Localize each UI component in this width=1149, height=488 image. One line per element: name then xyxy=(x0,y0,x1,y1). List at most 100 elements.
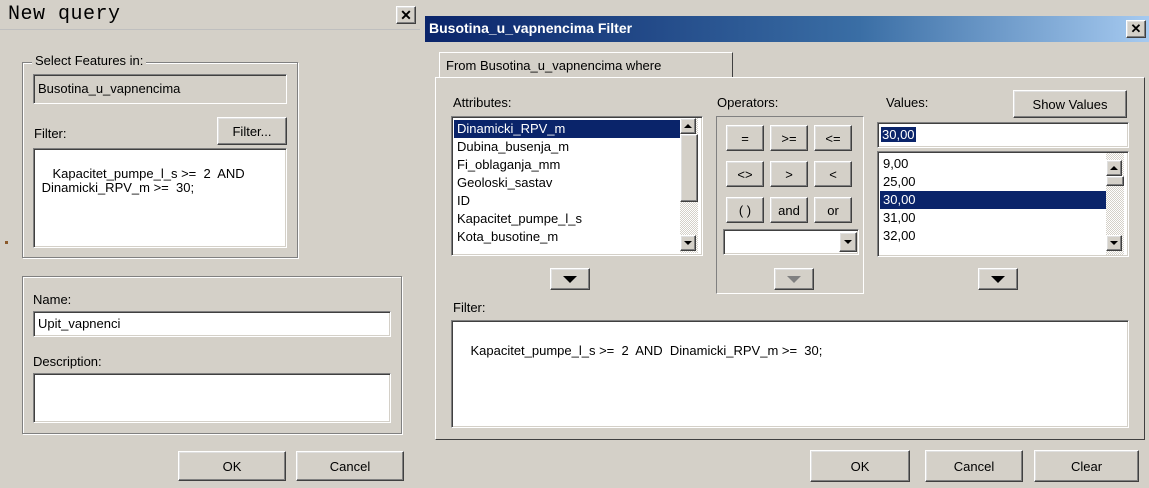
dialog-filter-text: Kapacitet_pumpe_l_s >= 2 AND Dinamicki_R… xyxy=(470,343,823,358)
attribute-item[interactable]: Dinamicki_RPV_m xyxy=(454,120,683,138)
value-item[interactable]: 25,00 xyxy=(880,173,1109,191)
attributes-list: Dinamicki_RPV_m Dubina_busenja_m Fi_oblaga… xyxy=(454,120,683,246)
values-label: Values: xyxy=(886,95,929,110)
insert-operator-button xyxy=(774,268,814,290)
attribute-item[interactable]: Fi_oblaganja_mm xyxy=(454,156,683,174)
operator-button[interactable]: = xyxy=(726,125,764,151)
layer-name-field: Busotina_u_vapnencima xyxy=(33,74,287,104)
clear-button-label: Clear xyxy=(1070,458,1103,474)
filter-dialog-titlebar[interactable]: Busotina_u_vapnencima Filter xyxy=(425,16,1149,42)
tab-from-layer[interactable]: From Busotina_u_vapnencima where xyxy=(439,52,733,78)
name-input[interactable]: Upit_vapnenci xyxy=(33,311,391,337)
dialog-filter-textarea[interactable]: Kapacitet_pumpe_l_s >= 2 AND Dinamicki_R… xyxy=(451,320,1129,428)
operator-label: >= xyxy=(781,130,797,146)
ok-button[interactable]: OK xyxy=(178,451,286,481)
filter-button[interactable]: Filter... xyxy=(217,117,287,145)
operator-combo[interactable] xyxy=(723,229,859,255)
chevron-down-icon xyxy=(844,240,852,244)
operator-button[interactable]: or xyxy=(814,197,852,223)
tab-from-layer-label: From Busotina_u_vapnencima where xyxy=(446,58,662,73)
attributes-scroll-down[interactable] xyxy=(680,235,696,251)
values-scroll-up[interactable] xyxy=(1106,160,1122,176)
operator-label: and xyxy=(778,202,800,218)
triangle-down-icon xyxy=(991,275,1005,283)
close-icon: ✕ xyxy=(1130,21,1142,36)
layer-name-value: Busotina_u_vapnencima xyxy=(38,81,181,96)
operator-label: or xyxy=(827,202,839,218)
values-scroll-thumb[interactable] xyxy=(1106,176,1124,186)
cancel-button-label: Cancel xyxy=(329,458,371,474)
operator-combo-dropdown[interactable] xyxy=(839,232,857,252)
dialog-ok-label: OK xyxy=(850,458,870,474)
filter-label: Filter: xyxy=(34,126,67,141)
operator-button[interactable]: > xyxy=(770,161,808,187)
attribute-item[interactable]: Kapacitet_pumpe_l_s xyxy=(454,210,683,228)
dialog-close-button[interactable]: ✕ xyxy=(1126,20,1146,38)
scroll-down-icon xyxy=(1110,241,1118,245)
scroll-up-icon xyxy=(1110,166,1118,170)
attributes-listbox[interactable]: Dinamicki_RPV_m Dubina_busenja_m Fi_oblaga… xyxy=(451,116,703,256)
name-input-value: Upit_vapnenci xyxy=(38,316,121,331)
scroll-up-icon xyxy=(684,124,692,128)
close-icon: ✕ xyxy=(400,6,412,23)
select-features-label: Select Features in: xyxy=(32,53,147,68)
operator-button[interactable]: <= xyxy=(814,125,852,151)
insert-value-button[interactable] xyxy=(978,268,1018,290)
show-values-button[interactable]: Show Values xyxy=(1013,90,1127,118)
values-input-text: 30,00 xyxy=(881,127,916,142)
close-button[interactable]: ✕ xyxy=(396,6,416,24)
operator-button[interactable]: < xyxy=(814,161,852,187)
filter-expression-box[interactable]: Kapacitet_pumpe_l_s >= 2 AND Dinamicki_R… xyxy=(33,148,287,248)
value-item[interactable]: 31,00 xyxy=(880,209,1109,227)
new-query-title: New query xyxy=(8,3,121,26)
triangle-down-icon xyxy=(787,275,801,283)
scroll-down-icon xyxy=(684,241,692,245)
values-list: 9,00 25,00 30,00 31,00 32,00 xyxy=(880,155,1109,245)
ok-button-label: OK xyxy=(222,458,242,474)
cancel-button[interactable]: Cancel xyxy=(296,451,404,481)
new-query-window: New query ✕ Select Features in: Busotina… xyxy=(0,0,422,488)
filter-dialog-title: Busotina_u_vapnencima Filter xyxy=(429,20,633,36)
operator-button[interactable]: >= xyxy=(770,125,808,151)
values-input[interactable]: 30,00 xyxy=(877,122,1129,148)
filter-dialog: Busotina_u_vapnencima Filter ✕ From Buso… xyxy=(425,0,1149,488)
values-listbox[interactable]: 9,00 25,00 30,00 31,00 32,00 xyxy=(877,151,1129,257)
operator-label: <> xyxy=(737,166,753,182)
name-label: Name: xyxy=(33,292,72,307)
operator-label: > xyxy=(785,166,793,182)
description-label: Description: xyxy=(33,354,102,369)
attributes-scroll-up[interactable] xyxy=(680,118,696,134)
clear-button[interactable]: Clear xyxy=(1034,450,1139,482)
operator-label: <= xyxy=(825,130,841,146)
attributes-scroll-thumb[interactable] xyxy=(680,134,698,202)
filter-expression-text: Kapacitet_pumpe_l_s >= 2 AND Dinamicki_R… xyxy=(41,166,245,195)
dialog-ok-button[interactable]: OK xyxy=(810,450,910,482)
dialog-cancel-label: Cancel xyxy=(953,458,995,474)
attribute-item[interactable]: ID xyxy=(454,192,683,210)
value-item[interactable]: 32,00 xyxy=(880,227,1109,245)
operator-button[interactable]: ( ) xyxy=(726,197,764,223)
operator-button[interactable]: and xyxy=(770,197,808,223)
marker-dot xyxy=(5,241,8,244)
filter-button-label: Filter... xyxy=(232,123,272,139)
value-item[interactable]: 9,00 xyxy=(880,155,1109,173)
insert-attribute-button[interactable] xyxy=(550,268,590,290)
operator-label: < xyxy=(829,166,837,182)
description-input[interactable] xyxy=(33,373,391,423)
dialog-filter-label: Filter: xyxy=(453,300,486,315)
operator-label: ( ) xyxy=(738,202,752,218)
operator-button[interactable]: <> xyxy=(726,161,764,187)
dialog-top-strip xyxy=(425,0,1149,16)
triangle-down-icon xyxy=(563,275,577,283)
values-scroll-down[interactable] xyxy=(1106,235,1122,251)
attribute-item[interactable]: Kota_busotine_m xyxy=(454,228,683,246)
operator-label: = xyxy=(741,130,749,146)
attribute-item[interactable]: Dubina_busenja_m xyxy=(454,138,683,156)
dialog-cancel-button[interactable]: Cancel xyxy=(925,450,1023,482)
value-item[interactable]: 30,00 xyxy=(880,191,1109,209)
show-values-label: Show Values xyxy=(1032,96,1108,112)
attributes-label: Attributes: xyxy=(453,95,512,110)
new-query-titlebar[interactable]: New query ✕ xyxy=(0,0,420,30)
attribute-item[interactable]: Geoloski_sastav xyxy=(454,174,683,192)
operators-label: Operators: xyxy=(717,95,779,110)
